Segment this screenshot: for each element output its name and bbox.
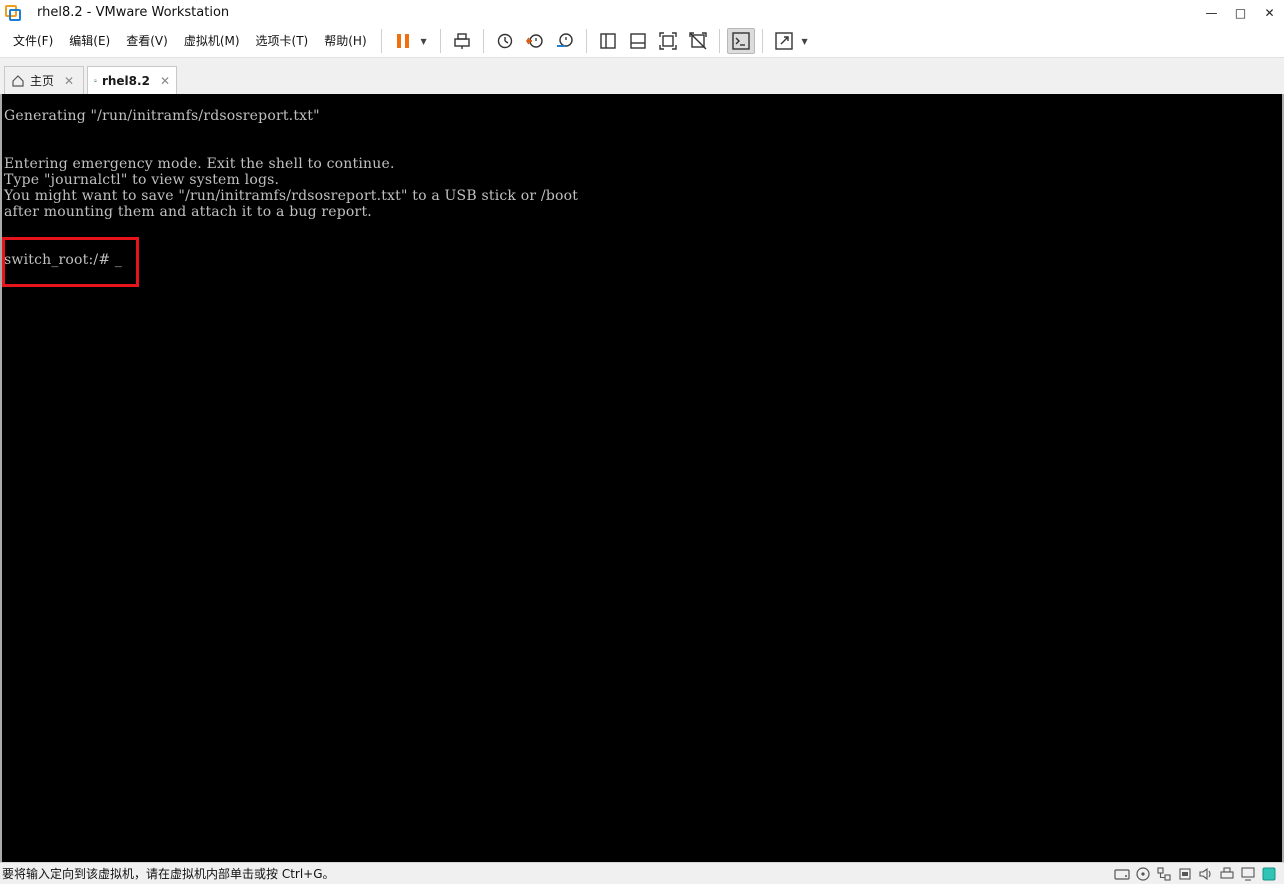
toolbar-separator — [761, 29, 763, 53]
tab-rhel82-close-icon[interactable]: ✕ — [160, 74, 170, 88]
full-screen-button[interactable] — [654, 28, 682, 54]
snapshot-clock-icon — [497, 33, 512, 49]
library-panel-icon — [599, 33, 616, 49]
tab-home-label: 主页 — [30, 74, 55, 88]
menu-toolbar: 文件(F) 编辑(E) 查看(V) 虚拟机(M) 选项卡(T) 帮助(H) ▼ … — [0, 25, 1284, 58]
console-line: Type "journalctl" to view system logs. — [4, 172, 280, 188]
snapshot-manager-button[interactable] — [551, 28, 579, 54]
maximize-button[interactable]: □ — [1226, 0, 1255, 25]
home-icon — [12, 74, 24, 87]
pause-icon — [396, 34, 409, 48]
full-screen-icon — [658, 32, 677, 50]
console-view-button[interactable] — [726, 28, 755, 54]
revert-snapshot-button[interactable] — [521, 28, 549, 54]
message-log-icon[interactable] — [1260, 866, 1278, 882]
status-message: 要将输入定向到该虚拟机，请在虚拟机内部单击或按 Ctrl+G。 — [2, 867, 335, 881]
toolbar-separator — [718, 29, 720, 53]
unity-icon — [688, 32, 707, 50]
thumbnail-bar-icon — [629, 33, 646, 49]
prompt-highlight-box — [2, 237, 139, 287]
snapshot-button[interactable] — [491, 28, 519, 54]
console-line: after mounting them and attach it to a b… — [4, 204, 372, 220]
menu-vm[interactable]: 虚拟机(M) — [176, 29, 248, 53]
unity-button[interactable] — [684, 28, 712, 54]
stretch-icon — [774, 32, 793, 50]
revert-snapshot-icon — [525, 34, 543, 48]
menu-view[interactable]: 查看(V) — [118, 29, 176, 53]
toolbar-separator — [439, 29, 441, 53]
stretch-guest-button[interactable] — [770, 28, 798, 54]
tab-rhel82[interactable]: rhel8.2 ✕ — [87, 66, 177, 95]
console-line: Generating "/run/initramfs/rdsosreport.t… — [4, 108, 320, 124]
pause-button[interactable] — [389, 28, 417, 54]
thumbnail-bar-button[interactable] — [624, 28, 652, 54]
snapshot-manager-icon — [556, 33, 573, 47]
window-controls: — □ ✕ — [1197, 0, 1284, 25]
vm-console[interactable]: Generating "/run/initramfs/rdsosreport.t… — [0, 94, 1284, 862]
tab-home-close-icon[interactable]: ✕ — [64, 74, 74, 88]
vm-running-icon — [94, 79, 97, 83]
cd-dvd-icon[interactable] — [1134, 866, 1152, 882]
status-bar: 要将输入定向到该虚拟机，请在虚拟机内部单击或按 Ctrl+G。 — [0, 862, 1284, 884]
menu-tabs[interactable]: 选项卡(T) — [248, 29, 317, 53]
hard-disk-icon[interactable] — [1113, 866, 1131, 882]
send-ctrl-alt-del-button[interactable] — [448, 28, 476, 54]
console-line: You might want to save "/run/initramfs/r… — [4, 188, 579, 204]
menu-file[interactable]: 文件(F) — [5, 29, 61, 53]
close-button[interactable]: ✕ — [1255, 0, 1284, 25]
window-title: rhel8.2 - VMware Workstation — [37, 5, 230, 20]
device-icons — [1110, 865, 1278, 883]
display-icon[interactable] — [1239, 866, 1257, 882]
menu-edit[interactable]: 编辑(E) — [61, 29, 118, 53]
toolbar-separator — [380, 29, 382, 53]
tab-bar: 主页 ✕ rhel8.2 ✕ — [0, 58, 1284, 95]
send-keys-icon — [453, 33, 470, 49]
tab-rhel82-label: rhel8.2 — [101, 74, 150, 88]
vmware-logo-icon — [5, 4, 21, 21]
printer-icon[interactable] — [1218, 866, 1236, 882]
toolbar-separator — [585, 29, 587, 53]
console-line: Entering emergency mode. Exit the shell … — [4, 156, 395, 172]
toolbar-separator — [482, 29, 484, 53]
network-adapter-icon[interactable] — [1155, 866, 1173, 882]
title-bar: rhel8.2 - VMware Workstation — □ ✕ — [0, 0, 1284, 25]
sound-icon[interactable] — [1197, 866, 1215, 882]
usb-icon[interactable] — [1176, 866, 1194, 882]
minimize-button[interactable]: — — [1197, 0, 1226, 25]
menu-help[interactable]: 帮助(H) — [316, 29, 374, 53]
stretch-dropdown-arrow[interactable]: ▼ — [799, 28, 811, 54]
tab-home[interactable]: 主页 ✕ — [4, 66, 84, 94]
show-library-button[interactable] — [594, 28, 622, 54]
power-dropdown-arrow[interactable]: ▼ — [418, 28, 430, 54]
console-icon — [731, 32, 750, 50]
